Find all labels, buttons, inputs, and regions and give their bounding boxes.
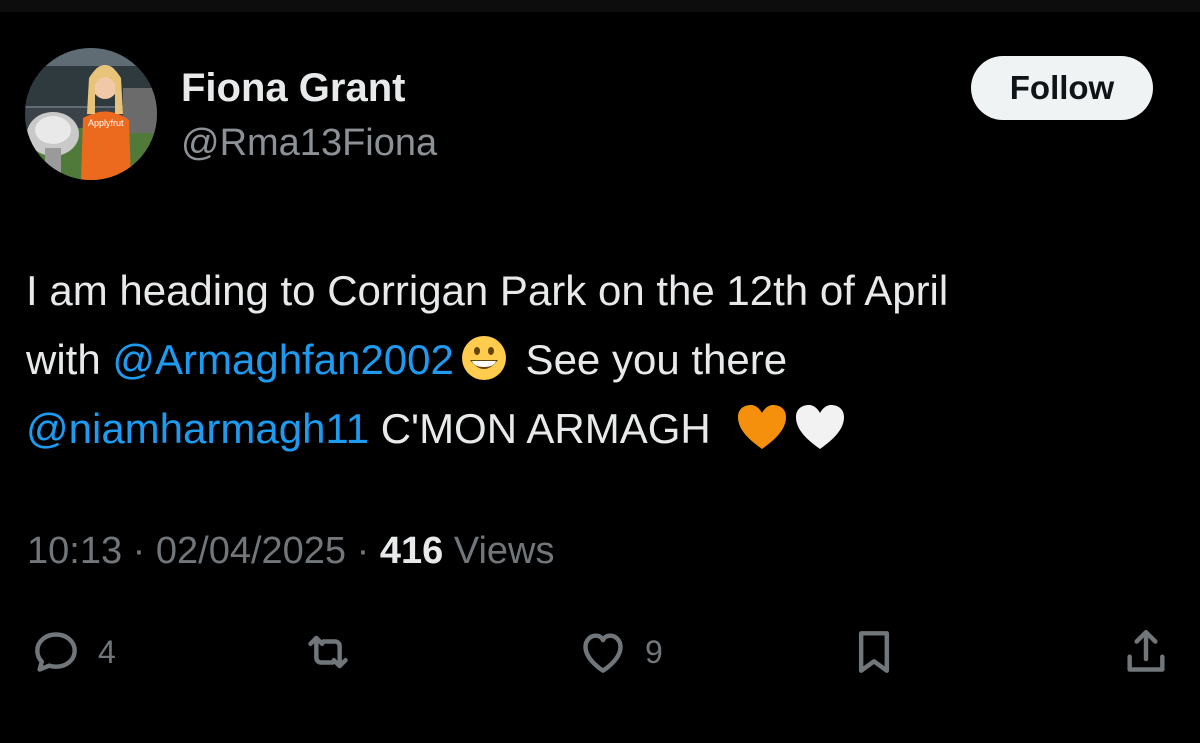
share-button[interactable] xyxy=(1118,620,1174,684)
top-edge-bar xyxy=(0,0,1200,12)
tweet-text-segment: C'MON ARMAGH xyxy=(369,405,711,452)
bookmark-button[interactable] xyxy=(846,620,902,684)
reply-count: 4 xyxy=(98,633,116,670)
tweet-text: I am heading to Corrigan Park on the 12t… xyxy=(26,256,1176,463)
jersey-text: Applyfrut xyxy=(88,118,124,128)
like-button[interactable]: 9 xyxy=(575,620,663,684)
reply-button[interactable]: 4 xyxy=(28,620,116,684)
action-bar: 4 9 xyxy=(0,620,1200,690)
share-icon xyxy=(1127,629,1165,672)
tweet-text-segment: See you there xyxy=(513,336,788,383)
avatar-photo: Applyfrut xyxy=(25,48,157,180)
tweet-text-segment: with xyxy=(26,336,113,383)
tweet-line-2: with @Armaghfan2002 See you there xyxy=(26,325,1176,394)
author-name[interactable]: Fiona Grant xyxy=(181,66,405,111)
repost-button[interactable] xyxy=(300,620,356,684)
tweet-text-segment: I am heading to Corrigan Park on the 12t… xyxy=(26,267,949,314)
mention-link-armaghfan2002[interactable]: @Armaghfan2002 xyxy=(112,336,454,383)
tweet-date[interactable]: 02/04/2025 xyxy=(156,530,346,572)
repost-icon xyxy=(308,635,348,669)
views-count: 416 xyxy=(379,530,444,572)
grinning-face-emoji xyxy=(460,333,508,402)
tweet-meta: 10:13 · 02/04/2025 · 416 Views xyxy=(27,530,555,573)
orange-heart-emoji xyxy=(736,402,788,471)
like-count: 9 xyxy=(645,633,663,670)
meta-separator: · xyxy=(346,530,380,572)
avatar[interactable]: Applyfrut xyxy=(25,48,157,180)
tweet-line-3: @niamharmagh11 C'MON ARMAGH xyxy=(26,394,1176,463)
tweet-time[interactable]: 10:13 xyxy=(27,530,122,572)
white-heart-emoji xyxy=(794,402,846,471)
views-label: Views xyxy=(453,530,555,572)
bookmark-icon xyxy=(858,631,890,673)
author-handle[interactable]: @Rma13Fiona xyxy=(181,122,437,165)
meta-separator: · xyxy=(122,530,156,572)
reply-icon xyxy=(35,632,77,672)
mention-link-niamharmagh11[interactable]: @niamharmagh11 xyxy=(26,405,369,452)
heart-icon xyxy=(583,633,623,673)
follow-button[interactable]: Follow xyxy=(971,56,1153,120)
tweet-line-1: I am heading to Corrigan Park on the 12t… xyxy=(26,256,1176,325)
